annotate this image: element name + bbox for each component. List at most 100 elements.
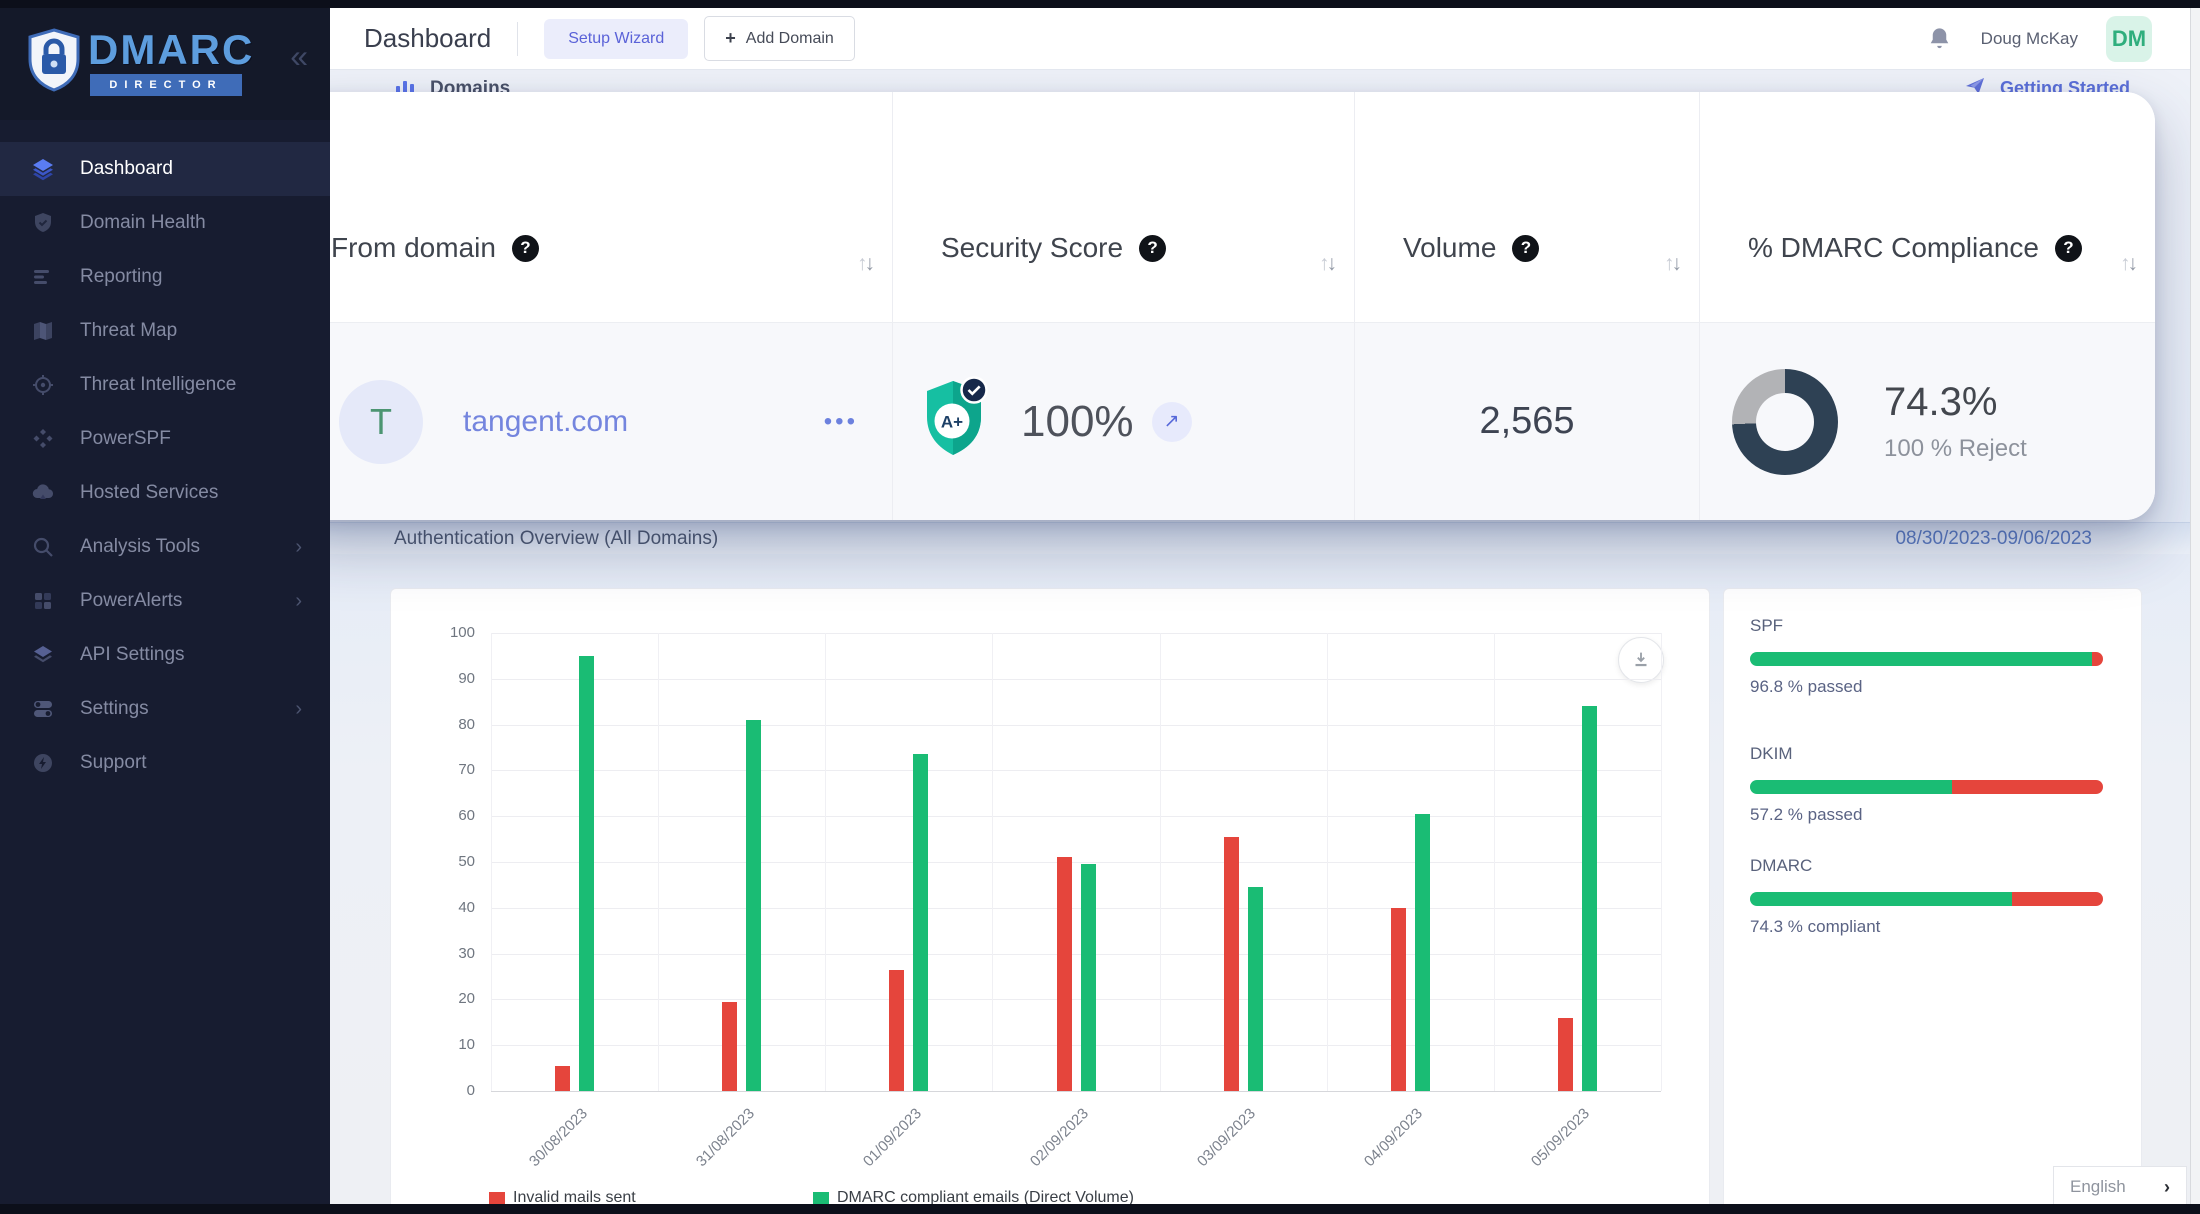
bar-invalid-mails	[555, 1066, 570, 1091]
brand-subtitle: DIRECTOR	[109, 79, 222, 91]
help-icon[interactable]: ?	[1139, 235, 1166, 262]
sidebar-item-label: PowerSPF	[80, 428, 171, 450]
stat-progress-bar	[1750, 652, 2103, 666]
sort-control[interactable]: ↑↓	[1664, 252, 1679, 276]
legend-swatch	[489, 1192, 505, 1205]
bar-invalid-mails	[1391, 908, 1406, 1091]
topbar-right: Doug McKay DM	[1926, 16, 2152, 62]
add-domain-button[interactable]: + Add Domain	[704, 16, 855, 61]
stat-bar-failed	[1952, 780, 2103, 794]
chart-download-button[interactable]	[1618, 637, 1664, 683]
gridline	[825, 633, 826, 1091]
notification-bell-icon[interactable]	[1926, 25, 1953, 52]
sidebar: DMARC DIRECTOR « DashboardDomain HealthR…	[0, 8, 330, 1204]
sidebar-item-hosted-services[interactable]: Hosted Services	[0, 466, 330, 520]
row-menu-dots[interactable]: •••	[824, 408, 858, 436]
table-row-domain-cell: T tangent.com •••	[283, 322, 893, 520]
language-selector[interactable]: English ›	[2053, 1166, 2187, 1208]
column-header-volume: Volume ? ↑↓	[1355, 92, 1700, 322]
sidebar-item-powerspf[interactable]: PowerSPF	[0, 412, 330, 466]
y-axis-tick: 60	[415, 807, 475, 824]
bar-dmarc-compliant	[1415, 814, 1430, 1091]
help-icon[interactable]: ?	[512, 235, 539, 262]
gridline	[1160, 633, 1161, 1091]
chevron-right-icon: ›	[295, 698, 302, 721]
from-domain-header-text: From domain	[331, 232, 496, 264]
bar-invalid-mails	[889, 970, 904, 1091]
auth-overview-chart-card: 010203040506070809010030/08/202331/08/20…	[390, 588, 1710, 1214]
help-icon[interactable]: ?	[1512, 235, 1539, 262]
sidebar-item-api-settings[interactable]: API Settings	[0, 628, 330, 682]
y-axis-tick: 40	[415, 899, 475, 916]
volume-value: 2,565	[1479, 400, 1574, 443]
chevron-right-icon: ›	[295, 536, 302, 559]
stat-block-dmarc: DMARC74.3 % compliant	[1750, 856, 2106, 937]
gridline	[658, 633, 659, 1091]
gridline	[491, 908, 1661, 909]
gridline	[491, 999, 1661, 1000]
sidebar-item-label: Domain Health	[80, 212, 206, 234]
stat-text: 96.8 % passed	[1750, 677, 2106, 697]
sidebar-item-label: API Settings	[80, 644, 185, 666]
user-name[interactable]: Doug McKay	[1981, 29, 2078, 49]
sidebar-item-analysis-tools[interactable]: Analysis Tools ›	[0, 520, 330, 574]
stat-label: SPF	[1750, 616, 2106, 636]
hosted-services-icon	[30, 480, 56, 506]
score-detail-arrow-button[interactable]: ↗	[1152, 402, 1192, 442]
legend-swatch	[813, 1192, 829, 1205]
reporting-icon	[30, 264, 56, 290]
stat-bar-failed	[2012, 892, 2103, 906]
domain-link[interactable]: tangent.com	[463, 405, 628, 439]
threat-intelligence-icon	[30, 372, 56, 398]
x-axis-label: 30/08/2023	[501, 1105, 591, 1195]
bar-dmarc-compliant	[1081, 864, 1096, 1091]
setup-wizard-button[interactable]: Setup Wizard	[544, 19, 688, 59]
sidebar-item-label: Threat Map	[80, 320, 177, 342]
sidebar-collapse-icon[interactable]: «	[290, 38, 308, 75]
column-header-security-score: Security Score ? ↑↓	[893, 92, 1355, 322]
sidebar-item-support[interactable]: Support	[0, 736, 330, 790]
chevron-right-icon: ›	[295, 590, 302, 613]
sidebar-menu: Dashboard Domain Health Reporting Threat Ma…	[0, 142, 330, 790]
stat-text: 74.3 % compliant	[1750, 917, 2106, 937]
dashboard-icon	[30, 156, 56, 182]
sidebar-item-settings[interactable]: Settings ›	[0, 682, 330, 736]
sidebar-item-label: Hosted Services	[80, 482, 218, 504]
column-header-dmarc-compliance: % DMARC Compliance ? ↑↓	[1700, 92, 2155, 322]
window-top-strip	[0, 0, 2200, 8]
column-header-from-domain: From domain ? ↑↓	[283, 92, 893, 322]
sidebar-item-threat-intelligence[interactable]: Threat Intelligence	[0, 358, 330, 412]
stat-progress-bar	[1750, 780, 2103, 794]
bar-dmarc-compliant	[746, 720, 761, 1091]
x-axis-label: 01/09/2023	[835, 1105, 925, 1195]
sidebar-item-domain-health[interactable]: Domain Health	[0, 196, 330, 250]
gridline	[491, 954, 1661, 955]
compliance-policy: 100 % Reject	[1884, 435, 2027, 463]
date-range: 08/30/2023-09/06/2023	[1895, 528, 2092, 550]
compliance-text-group: 74.3% 100 % Reject	[1884, 380, 2027, 463]
language-label: English	[2070, 1177, 2126, 1197]
analysis-tools-icon	[30, 534, 56, 560]
topbar: Dashboard Setup Wizard + Add Domain Doug…	[330, 8, 2190, 70]
user-avatar[interactable]: DM	[2106, 16, 2152, 62]
threat-map-icon	[30, 318, 56, 344]
sidebar-item-threat-map[interactable]: Threat Map	[0, 304, 330, 358]
sort-control[interactable]: ↑↓	[2120, 252, 2135, 276]
sidebar-item-label: Support	[80, 752, 147, 774]
sidebar-item-label: Settings	[80, 698, 149, 720]
sidebar-item-poweralerts[interactable]: PowerAlerts›	[0, 574, 330, 628]
sort-control[interactable]: ↑↓	[857, 252, 872, 276]
help-icon[interactable]: ?	[2055, 235, 2082, 262]
sidebar-item-label: Analysis Tools	[80, 536, 200, 558]
table-row-score-cell: A+ 100% ↗	[893, 322, 1355, 520]
gridline	[491, 1045, 1661, 1046]
settings-icon	[30, 696, 56, 722]
sidebar-item-dashboard[interactable]: Dashboard	[0, 142, 330, 196]
bar-invalid-mails	[1558, 1018, 1573, 1091]
bar-dmarc-compliant	[913, 754, 928, 1091]
plus-icon: +	[725, 28, 736, 49]
sort-control[interactable]: ↑↓	[1319, 252, 1334, 276]
gridline	[491, 816, 1661, 817]
y-axis-tick: 100	[415, 624, 475, 641]
sidebar-item-reporting[interactable]: Reporting	[0, 250, 330, 304]
